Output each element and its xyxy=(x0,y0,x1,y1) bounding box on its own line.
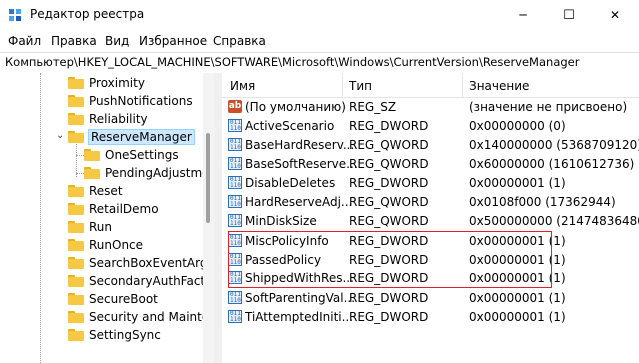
address-path[interactable]: Компьютер\HKEY_LOCAL_MACHINE\SOFTWARE\Mi… xyxy=(5,55,579,69)
menu-file[interactable]: Файл xyxy=(8,34,41,48)
column-divider[interactable] xyxy=(462,73,463,97)
tree-item-pushnotifications[interactable]: PushNotifications xyxy=(68,92,193,110)
tree-guide-line xyxy=(76,173,84,174)
value-row[interactable]: HardReserveAdj... REG_QWORD 0x0108f000 (… xyxy=(222,193,639,211)
tree-item-secureboot[interactable]: SecureBoot xyxy=(68,290,158,308)
tree-item-security-and-maintenance[interactable]: Security and Mainter xyxy=(68,308,214,326)
binary-value-icon xyxy=(228,176,242,189)
tree-item-onesettings[interactable]: OneSettings xyxy=(84,146,179,164)
tree-item-reset[interactable]: Reset xyxy=(68,182,123,200)
registry-editor-icon xyxy=(9,9,21,21)
key-tree[interactable]: Proximity PushNotifications Reliability … xyxy=(0,73,214,363)
value-row[interactable]: TiAttemptedIniti... REG_DWORD 0x00000001… xyxy=(222,308,639,326)
tree-item-reservemanager[interactable]: ReserveManager xyxy=(68,128,195,146)
folder-icon xyxy=(68,275,84,287)
tree-item-retaildemo[interactable]: RetailDemo xyxy=(68,200,159,218)
pane-splitter[interactable] xyxy=(214,73,222,363)
value-row[interactable]: ActiveScenario REG_DWORD 0x00000000 (0) xyxy=(222,117,639,135)
menu-favorites[interactable]: Избранное xyxy=(139,34,207,48)
minimize-icon: ─ xyxy=(519,8,527,22)
column-divider[interactable] xyxy=(342,73,343,97)
minimize-button[interactable]: ─ xyxy=(500,0,546,30)
binary-value-icon xyxy=(228,291,242,304)
tree-guide-line xyxy=(40,73,41,363)
tree-item-run[interactable]: Run xyxy=(68,218,112,236)
window-title: Редактор реестра xyxy=(30,7,145,21)
tree-item-runonce[interactable]: RunOnce xyxy=(68,236,143,254)
menu-view[interactable]: Вид xyxy=(105,34,129,48)
column-header: Имя Тип Значение xyxy=(222,73,639,98)
address-bar[interactable]: Компьютер\HKEY_LOCAL_MACHINE\SOFTWARE\Mi… xyxy=(0,52,639,74)
highlight-annotation-box xyxy=(228,231,552,288)
close-button[interactable]: ✕ xyxy=(592,0,638,30)
value-row[interactable]: BaseHardReserv... REG_QWORD 0x140000000 … xyxy=(222,136,639,154)
binary-value-icon xyxy=(228,138,242,151)
column-data[interactable]: Значение xyxy=(469,79,529,93)
menu-edit[interactable]: Правка xyxy=(51,34,97,48)
binary-value-icon xyxy=(228,214,242,227)
folder-icon xyxy=(84,149,100,161)
values-list[interactable]: Имя Тип Значение ab (По умолчанию) REG_S… xyxy=(222,73,639,363)
value-row[interactable]: SoftParentingVal... REG_DWORD 0x00000001… xyxy=(222,289,639,307)
tree-scrollbar[interactable] xyxy=(203,73,214,363)
folder-icon xyxy=(68,113,84,125)
folder-icon xyxy=(68,95,84,107)
binary-value-icon xyxy=(228,119,242,132)
folder-icon xyxy=(68,311,84,323)
tree-item-searchboxeventargs[interactable]: SearchBoxEventArgs xyxy=(68,254,214,272)
menu-help[interactable]: Справка xyxy=(213,34,266,48)
folder-open-icon xyxy=(68,131,84,143)
tree-guide-line xyxy=(76,155,84,156)
column-name[interactable]: Имя xyxy=(230,79,255,93)
value-row[interactable]: MinDiskSize REG_QWORD 0x500000000 (21474… xyxy=(222,212,639,230)
folder-icon xyxy=(68,257,84,269)
registry-editor-window: Редактор реестра ─ ☐ ✕ Файл Правка Вид И… xyxy=(0,0,639,363)
folder-icon xyxy=(68,221,84,233)
title-bar[interactable]: Редактор реестра ─ ☐ ✕ xyxy=(0,0,639,30)
binary-value-icon xyxy=(228,310,242,323)
string-value-icon: ab xyxy=(228,100,242,113)
folder-icon xyxy=(68,185,84,197)
tree-item-proximity[interactable]: Proximity xyxy=(68,74,145,92)
value-row[interactable]: DisableDeletes REG_DWORD 0x00000001 (1) xyxy=(222,174,639,192)
tree-item-reliability[interactable]: Reliability xyxy=(68,110,148,128)
tree-item-secondaryauthfactor[interactable]: SecondaryAuthFacto xyxy=(68,272,212,290)
tree-item-pendingadjustments[interactable]: PendingAdjustme xyxy=(84,164,210,182)
tree-item-settingsync[interactable]: SettingSync xyxy=(68,326,161,344)
folder-icon xyxy=(68,329,84,341)
folder-icon xyxy=(68,293,84,305)
tree-scrollbar-thumb[interactable] xyxy=(206,133,210,223)
close-icon: ✕ xyxy=(609,8,621,22)
maximize-button[interactable]: ☐ xyxy=(546,0,592,30)
maximize-icon: ☐ xyxy=(563,7,575,23)
folder-icon xyxy=(84,167,100,179)
chevron-down-icon[interactable]: ⌄ xyxy=(56,130,64,141)
folder-icon xyxy=(68,203,84,215)
value-row[interactable]: BaseSoftReserve... REG_QWORD 0x60000000 … xyxy=(222,155,639,173)
value-row[interactable]: ab (По умолчанию) REG_SZ (значение не пр… xyxy=(222,98,639,116)
binary-value-icon xyxy=(228,195,242,208)
folder-icon xyxy=(68,239,84,251)
column-type[interactable]: Тип xyxy=(349,79,372,93)
folder-icon xyxy=(68,77,84,89)
binary-value-icon xyxy=(228,157,242,170)
menu-bar: Файл Правка Вид Избранное Справка xyxy=(0,30,639,52)
